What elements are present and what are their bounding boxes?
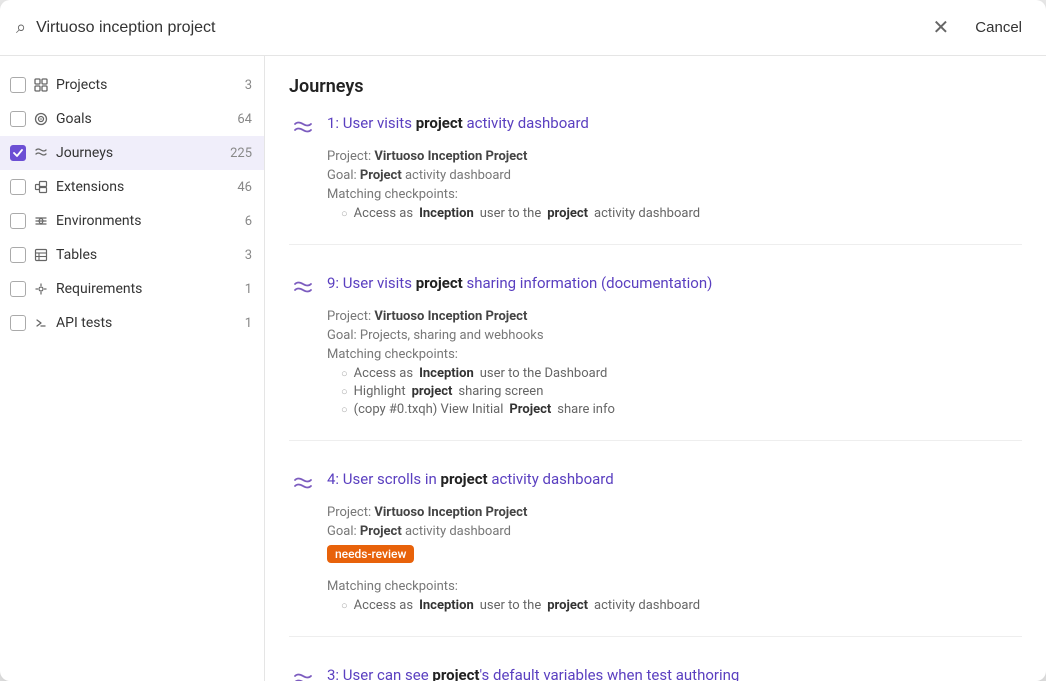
section-title: Journeys (289, 76, 1022, 97)
journey-goal: Goal: Project activity dashboard (327, 524, 1022, 539)
api-tests-checkbox[interactable] (10, 315, 26, 331)
sidebar-item-goals[interactable]: Goals 64 (0, 102, 264, 136)
journey-goal: Goal: Project activity dashboard (327, 168, 1022, 183)
journey-header: 4: User scrolls in project activity dash… (289, 469, 1022, 499)
goals-label: Goals (56, 111, 231, 127)
environments-count: 6 (245, 214, 252, 229)
close-button[interactable]: ✕ (925, 14, 958, 42)
sidebar-item-projects[interactable]: Projects 3 (0, 68, 264, 102)
journey-header: 9: User visits project sharing informati… (289, 273, 1022, 303)
journey-s-icon (289, 667, 317, 681)
journey-project: Project: Virtuoso Inception Project (327, 309, 1022, 324)
checkpoints-label: Matching checkpoints: (327, 187, 1022, 202)
journey-goal: Goal: Projects, sharing and webhooks (327, 328, 1022, 343)
journey-s-icon (289, 115, 317, 143)
modal: ⌕ ✕ Cancel Projects 3 Goals (0, 0, 1046, 681)
journey-item: 3: User can see project's default variab… (289, 665, 1022, 681)
projects-count: 3 (245, 78, 252, 93)
journey-title[interactable]: 1: User visits project activity dashboar… (327, 113, 589, 134)
journey-header: 1: User visits project activity dashboar… (289, 113, 1022, 143)
requirements-icon (32, 280, 50, 298)
sidebar: Projects 3 Goals 64 Journeys (0, 56, 265, 681)
journey-project: Project: Virtuoso Inception Project (327, 505, 1022, 520)
requirements-count: 1 (245, 282, 252, 297)
api-tests-label: API tests (56, 315, 239, 331)
goals-icon (32, 110, 50, 128)
tables-checkbox[interactable] (10, 247, 26, 263)
checkpoint-item: Access as Inception user to the project … (341, 206, 1022, 221)
journey-item: 4: User scrolls in project activity dash… (289, 469, 1022, 637)
extensions-label: Extensions (56, 179, 231, 195)
sidebar-item-api-tests[interactable]: API tests 1 (0, 306, 264, 340)
checkpoints-list: Access as Inception user to the project … (341, 598, 1022, 613)
checkpoints-list: Access as Inception user to the Dashboar… (341, 366, 1022, 417)
journey-item: 1: User visits project activity dashboar… (289, 113, 1022, 245)
projects-icon (32, 76, 50, 94)
journey-project: Project: Virtuoso Inception Project (327, 149, 1022, 164)
checkpoint-item: Access as Inception user to the project … (341, 598, 1022, 613)
checkpoint-item: (copy #0.txqh) View Initial Project shar… (341, 402, 1022, 417)
tables-icon (32, 246, 50, 264)
search-input[interactable] (36, 19, 914, 37)
modal-body: Projects 3 Goals 64 Journeys (0, 56, 1046, 681)
sidebar-item-tables[interactable]: Tables 3 (0, 238, 264, 272)
checkpoint-item: Highlight project sharing screen (341, 384, 1022, 399)
checkpoints-label: Matching checkpoints: (327, 579, 1022, 594)
api-tests-count: 1 (245, 316, 252, 331)
journeys-label: Journeys (56, 145, 224, 161)
extensions-checkbox[interactable] (10, 179, 26, 195)
journey-s-icon (289, 275, 317, 303)
api-tests-icon (32, 314, 50, 332)
goals-count: 64 (237, 112, 252, 127)
journey-title[interactable]: 3: User can see project's default variab… (327, 665, 739, 681)
goals-checkbox[interactable] (10, 111, 26, 127)
sidebar-item-journeys[interactable]: Journeys 225 (0, 136, 264, 170)
cancel-button[interactable]: Cancel (967, 15, 1030, 40)
extensions-count: 46 (237, 180, 252, 195)
journeys-count: 225 (230, 146, 252, 161)
journey-title[interactable]: 4: User scrolls in project activity dash… (327, 469, 614, 490)
search-icon: ⌕ (16, 17, 26, 38)
projects-checkbox[interactable] (10, 77, 26, 93)
journeys-checkbox[interactable] (10, 145, 26, 161)
requirements-label: Requirements (56, 281, 239, 297)
environments-icon (32, 212, 50, 230)
main-content: Journeys 1: User visits project activity… (265, 56, 1046, 681)
journey-title[interactable]: 9: User visits project sharing informati… (327, 273, 712, 294)
checkpoints-list: Access as Inception user to the project … (341, 206, 1022, 221)
sidebar-item-extensions[interactable]: Extensions 46 (0, 170, 264, 204)
tables-count: 3 (245, 248, 252, 263)
projects-label: Projects (56, 77, 239, 93)
journey-s-icon (289, 471, 317, 499)
checkpoint-item: Access as Inception user to the Dashboar… (341, 366, 1022, 381)
sidebar-item-requirements[interactable]: Requirements 1 (0, 272, 264, 306)
needs-review-badge: needs-review (327, 545, 414, 563)
journeys-icon (32, 144, 50, 162)
tables-label: Tables (56, 247, 239, 263)
environments-label: Environments (56, 213, 239, 229)
extensions-icon (32, 178, 50, 196)
sidebar-item-environments[interactable]: Environments 6 (0, 204, 264, 238)
journey-item: 9: User visits project sharing informati… (289, 273, 1022, 441)
environments-checkbox[interactable] (10, 213, 26, 229)
requirements-checkbox[interactable] (10, 281, 26, 297)
checkpoints-label: Matching checkpoints: (327, 347, 1022, 362)
journey-header: 3: User can see project's default variab… (289, 665, 1022, 681)
search-header: ⌕ ✕ Cancel (0, 0, 1046, 56)
